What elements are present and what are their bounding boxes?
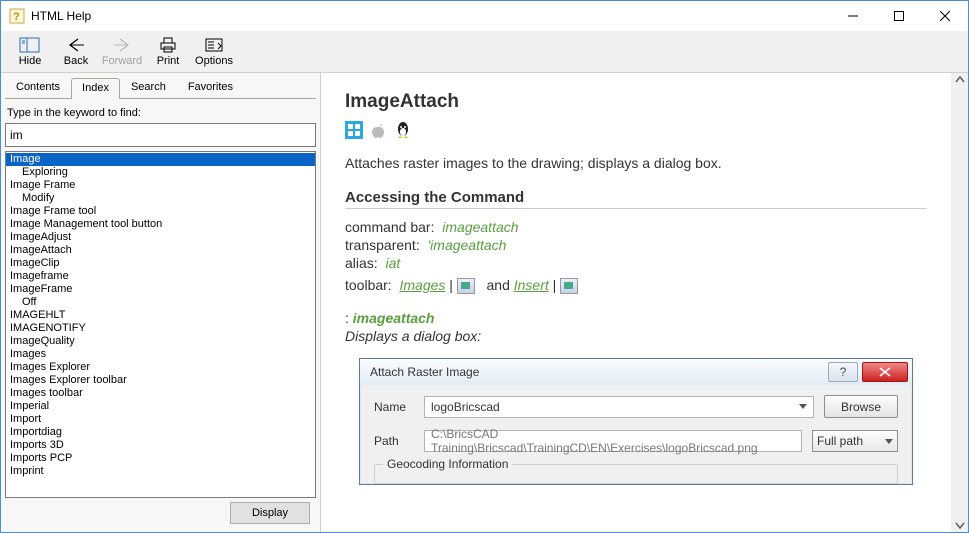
- scroll-down-icon: [955, 520, 965, 530]
- article-title: ImageAttach: [345, 91, 927, 113]
- section-access: Accessing the Command: [345, 189, 927, 209]
- images-toolbar-icon: [457, 278, 475, 294]
- content-scrollbar[interactable]: [951, 73, 968, 532]
- index-item[interactable]: ImageQuality: [6, 335, 315, 348]
- geocoding-group: Geocoding Information: [374, 464, 898, 484]
- index-list[interactable]: ImageExploringImage FrameModifyImage Fra…: [5, 151, 316, 498]
- dialog-titlebar: Attach Raster Image ?: [360, 359, 912, 385]
- index-item[interactable]: Importdiag: [6, 426, 315, 439]
- options-label: Options: [195, 55, 233, 67]
- link-images-toolbar[interactable]: Images: [399, 277, 445, 293]
- index-item[interactable]: Exploring: [6, 166, 315, 179]
- content-pane: ImageAttach Attaches raster images to th…: [321, 73, 968, 532]
- index-item[interactable]: Imperial: [6, 400, 315, 413]
- name-dropdown[interactable]: logoBricscad: [424, 396, 814, 418]
- hide-button[interactable]: Hide: [7, 33, 53, 73]
- row-transparent: transparent: 'imageattach: [345, 237, 927, 253]
- window-title: HTML Help: [31, 9, 830, 23]
- close-button[interactable]: [922, 1, 968, 31]
- path-mode-dropdown[interactable]: Full path: [812, 430, 898, 452]
- apple-icon: [371, 121, 387, 139]
- row-cmd-prompt: : imageattach: [345, 310, 927, 326]
- index-item[interactable]: Image Frame tool: [6, 205, 315, 218]
- back-button[interactable]: Back: [53, 33, 99, 73]
- attach-raster-dialog: Attach Raster Image ? Name logoBricscad: [359, 358, 913, 485]
- hide-label: Hide: [19, 55, 42, 67]
- link-insert-toolbar[interactable]: Insert: [514, 277, 549, 293]
- index-item[interactable]: Image Frame: [6, 179, 315, 192]
- minimize-button[interactable]: [830, 1, 876, 31]
- keyword-input[interactable]: [5, 123, 316, 147]
- row-alias: alias: iat: [345, 255, 927, 271]
- scroll-up-icon: [955, 75, 965, 85]
- article-lead: Attaches raster images to the drawing; d…: [345, 155, 927, 171]
- index-item[interactable]: Image Management tool button: [6, 218, 315, 231]
- index-item[interactable]: Off: [6, 296, 315, 309]
- forward-icon: [112, 35, 132, 55]
- options-button[interactable]: Options: [191, 33, 237, 73]
- nav-tabs: Contents Index Search Favorites: [5, 77, 316, 99]
- tab-index[interactable]: Index: [71, 78, 120, 99]
- index-item[interactable]: Images Explorer toolbar: [6, 374, 315, 387]
- index-item[interactable]: Imports PCP: [6, 452, 315, 465]
- index-item[interactable]: Images: [6, 348, 315, 361]
- index-item[interactable]: ImageClip: [6, 257, 315, 270]
- maximize-button[interactable]: [876, 1, 922, 31]
- index-item[interactable]: Modify: [6, 192, 315, 205]
- print-icon: [158, 35, 178, 55]
- windows-icon: [345, 121, 363, 139]
- path-field: C:\BricsCAD Training\Bricscad\TrainingCD…: [424, 430, 802, 452]
- dialog-close-button[interactable]: [862, 362, 908, 382]
- chevron-down-icon: [885, 439, 893, 444]
- path-label: Path: [374, 434, 414, 448]
- display-button[interactable]: Display: [230, 502, 310, 524]
- options-icon: [204, 35, 224, 55]
- os-icons: [345, 121, 927, 139]
- index-item[interactable]: ImageAttach: [6, 244, 315, 257]
- row-commandbar: command bar: imageattach: [345, 219, 927, 235]
- index-item[interactable]: Imports 3D: [6, 439, 315, 452]
- keyword-prompt: Type in the keyword to find:: [7, 107, 314, 119]
- toolbar: Hide Back Forward Print Options: [1, 31, 968, 73]
- forward-label: Forward: [102, 55, 142, 67]
- index-item[interactable]: Imageframe: [6, 270, 315, 283]
- index-item[interactable]: ImageAdjust: [6, 231, 315, 244]
- print-label: Print: [157, 55, 180, 67]
- index-item[interactable]: Images toolbar: [6, 387, 315, 400]
- back-icon: [66, 35, 86, 55]
- name-label: Name: [374, 400, 414, 414]
- index-item[interactable]: ImageFrame: [6, 283, 315, 296]
- row-displays: Displays a dialog box:: [345, 328, 927, 344]
- nav-pane: Contents Index Search Favorites Type in …: [1, 73, 321, 532]
- tab-contents[interactable]: Contents: [5, 77, 71, 98]
- tab-favorites[interactable]: Favorites: [177, 77, 244, 98]
- index-item[interactable]: IMAGEHLT: [6, 309, 315, 322]
- insert-toolbar-icon: [560, 278, 578, 294]
- row-toolbar: toolbar: Images | and Insert |: [345, 277, 927, 294]
- index-item[interactable]: Import: [6, 413, 315, 426]
- back-label: Back: [64, 55, 88, 67]
- forward-button: Forward: [99, 33, 145, 73]
- index-item[interactable]: Imprint: [6, 465, 315, 478]
- index-item[interactable]: Images Explorer: [6, 361, 315, 374]
- print-button[interactable]: Print: [145, 33, 191, 73]
- hide-icon: [19, 35, 41, 55]
- browse-button[interactable]: Browse: [824, 395, 898, 418]
- tab-search[interactable]: Search: [120, 77, 177, 98]
- index-item[interactable]: Image: [6, 153, 315, 166]
- index-item[interactable]: IMAGENOTIFY: [6, 322, 315, 335]
- title-bar: ? HTML Help: [1, 1, 968, 31]
- svg-text:?: ?: [13, 11, 20, 23]
- app-icon: ?: [9, 8, 25, 24]
- linux-icon: [395, 121, 411, 139]
- dialog-help-button[interactable]: ?: [828, 362, 858, 382]
- chevron-down-icon: [799, 404, 807, 409]
